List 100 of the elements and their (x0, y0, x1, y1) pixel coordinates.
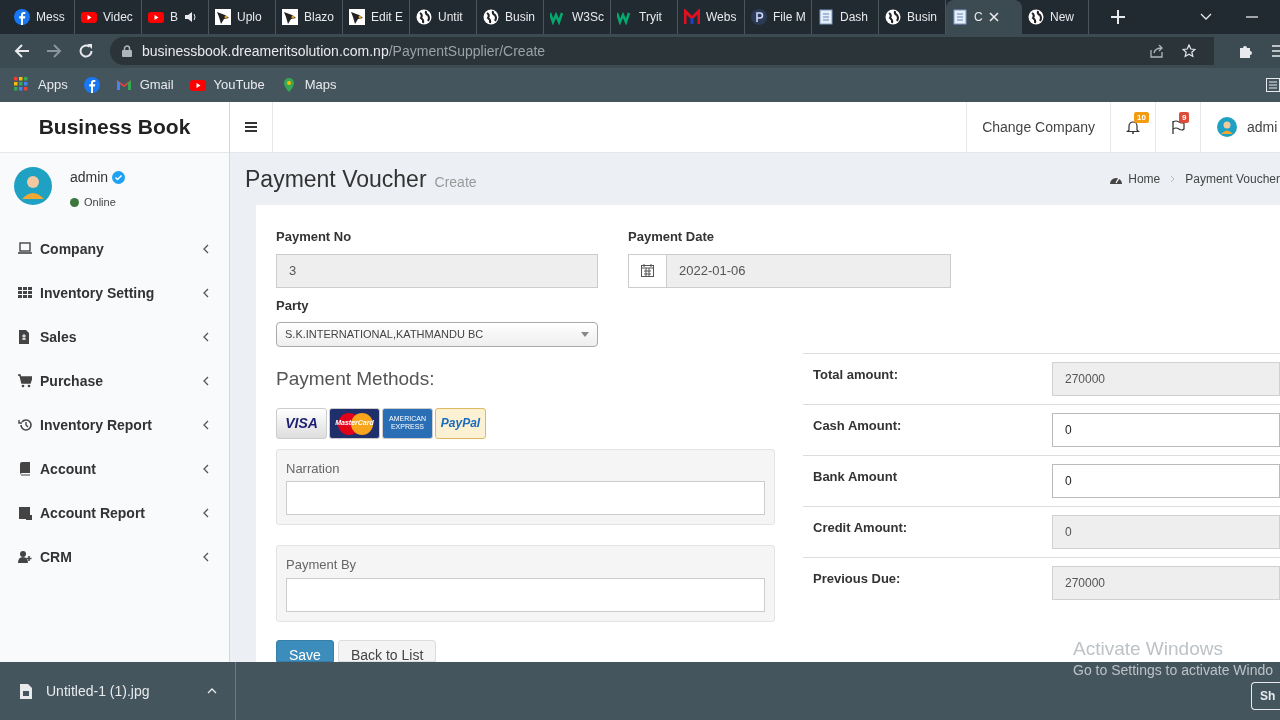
grid-icon (18, 286, 32, 300)
amount-label: Previous Due: (812, 570, 902, 588)
file-icon (20, 683, 32, 699)
bell-icon (1126, 120, 1140, 134)
address-bar[interactable]: businessbook.dreameritsolution.com.np/PaymentSupplier/Create (110, 37, 1214, 65)
bird-icon (282, 9, 298, 25)
sidebar-item[interactable]: CRM (0, 535, 229, 579)
section-title: Payment Methods: (276, 367, 436, 391)
sidebar-item[interactable]: Account (0, 447, 229, 491)
amount-field[interactable]: 0 (1052, 413, 1280, 447)
chevron-left-icon (203, 332, 209, 342)
minimize-icon (1246, 16, 1258, 18)
field-label: Payment By (286, 556, 358, 574)
download-item[interactable]: Untitled-1 (1).jpg (0, 662, 236, 720)
share-icon (1150, 44, 1164, 58)
text-field[interactable] (286, 577, 765, 612)
p-icon (751, 9, 767, 25)
back-button[interactable]: Back to List (337, 639, 437, 662)
bookmark[interactable]: Apps (14, 75, 68, 95)
save-button[interactable]: Save (276, 639, 334, 662)
laptop-icon (18, 242, 32, 256)
invoice-icon (18, 330, 32, 344)
browser-tab[interactable]: C (946, 0, 1022, 34)
plus-icon (1111, 10, 1125, 24)
apps-icon (14, 77, 30, 93)
status-dot (70, 197, 79, 207)
flag-icon (1171, 120, 1185, 134)
globe-icon (483, 9, 499, 25)
text-field[interactable] (286, 481, 765, 515)
activation-title: Activate Windows (1073, 638, 1224, 660)
page-subtitle: Create (434, 172, 477, 192)
chevron-left-icon (203, 244, 209, 254)
chevron-left-icon (203, 464, 209, 474)
close-icon (988, 12, 999, 22)
document-icon (952, 9, 968, 25)
users-icon (18, 550, 32, 564)
m-icon (684, 9, 700, 25)
field-label: Payment Date (628, 228, 715, 246)
count-badge: 9 (1179, 112, 1190, 123)
mail-icon (115, 77, 132, 93)
chevron-up-icon (207, 688, 217, 694)
globe-icon (1028, 9, 1044, 25)
sidebar-item[interactable]: Purchase (0, 359, 229, 403)
date-field[interactable]: 2022-01-06 (628, 253, 951, 288)
menu-icon (245, 122, 257, 132)
amount-label: Bank Amount (812, 468, 899, 486)
bookmark[interactable]: YouTube (189, 75, 265, 95)
user-menu[interactable]: admi (1247, 116, 1278, 138)
visa-card: VISA (276, 407, 327, 439)
reading-list-icon (1266, 78, 1280, 92)
play-icon (81, 9, 97, 25)
forward-arrow-icon (46, 43, 62, 59)
bookmark[interactable]: Gmail (115, 75, 174, 95)
new-tab-button[interactable] (1111, 10, 1125, 24)
globe-icon (416, 9, 432, 25)
user-avatar (1217, 117, 1237, 137)
breadcrumb-link[interactable]: Payment Voucher (1185, 170, 1280, 188)
calendar-icon (641, 264, 654, 277)
facebook-icon (14, 9, 30, 25)
change-company-link[interactable]: Change Company (966, 102, 1110, 152)
bookmark[interactable] (83, 77, 100, 93)
history-icon (18, 418, 32, 432)
amount-label: Cash Amount: (812, 417, 903, 435)
star-icon (1182, 44, 1196, 58)
book-icon (18, 462, 32, 476)
sidebar-item[interactable]: Inventory Setting (0, 271, 229, 315)
count-badge: 10 (1134, 112, 1149, 123)
back-arrow-icon (14, 43, 30, 59)
header-button[interactable]: 9 (1155, 102, 1200, 152)
cart-icon (18, 374, 32, 388)
sidebar-item[interactable]: Sales (0, 315, 229, 359)
bird-icon (215, 9, 231, 25)
brand-title: Business Book (38, 114, 191, 141)
chevron-left-icon (203, 376, 209, 386)
puzzle-icon (1238, 43, 1254, 59)
payment-no-field[interactable]: 3 (276, 253, 598, 288)
sidebar-item[interactable]: Company (0, 227, 229, 271)
party-select[interactable]: S.K.INTERNATIONAL,KATHMANDU BC (276, 322, 598, 347)
chevron-left-icon (203, 288, 209, 298)
status-text: Online (84, 195, 116, 210)
page-title: Payment Voucher (245, 164, 427, 194)
chevron-left-icon (203, 508, 209, 518)
breadcrumb-link[interactable]: Home (1128, 170, 1161, 188)
field-label: Party (276, 296, 310, 315)
show-all-button[interactable]: Sh (1251, 682, 1280, 710)
dropdown-arrow-icon (581, 332, 589, 337)
amount-field[interactable]: 0 (1052, 464, 1280, 498)
paypal-card: PayPal (435, 407, 486, 439)
lock-icon (122, 45, 132, 57)
sidebar-item[interactable]: Account Report (0, 491, 229, 535)
document-icon (818, 9, 834, 25)
chevron-left-icon (203, 420, 209, 430)
bookmark[interactable]: Maps (280, 75, 337, 95)
chevron-left-icon (203, 552, 209, 562)
user-name: admin (70, 168, 109, 187)
menu-icon (1272, 45, 1280, 57)
field-label: Narration (286, 459, 341, 478)
sidebar-item[interactable]: Inventory Report (0, 403, 229, 447)
bird-icon (349, 9, 365, 25)
field-label: Payment No (276, 228, 353, 246)
